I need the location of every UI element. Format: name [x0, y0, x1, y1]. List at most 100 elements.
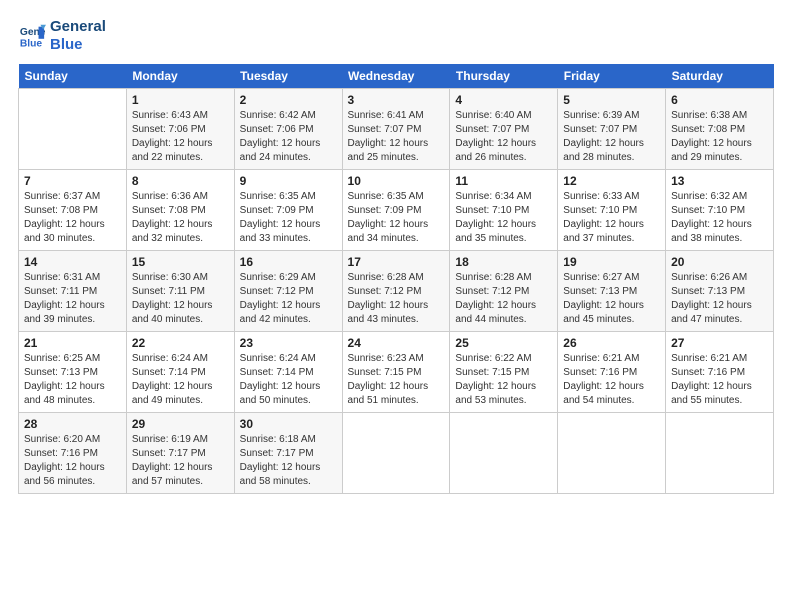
calendar-cell: 23 Sunrise: 6:24 AM Sunset: 7:14 PM Dayli… — [234, 332, 342, 413]
day-number: 13 — [671, 174, 768, 188]
cell-info: Sunrise: 6:25 AM Sunset: 7:13 PM Dayligh… — [24, 352, 121, 408]
day-number: 17 — [348, 255, 445, 269]
calendar-cell: 2Sunrise: 6:42 AM Sunset: 7:06 PM Daylig… — [234, 89, 342, 170]
cell-info: Sunrise: 6:22 AM Sunset: 7:15 PM Dayligh… — [455, 352, 552, 408]
page-container: General Blue General Blue SundayMondayTu… — [0, 0, 792, 504]
day-number: 3 — [348, 93, 445, 107]
calendar-cell: 9Sunrise: 6:35 AM Sunset: 7:09 PM Daylig… — [234, 170, 342, 251]
cell-info: Sunrise: 6:36 AM Sunset: 7:08 PM Dayligh… — [132, 190, 229, 246]
cell-info: Sunrise: 6:28 AM Sunset: 7:12 PM Dayligh… — [455, 271, 552, 327]
calendar-cell: 20 Sunrise: 6:26 AM Sunset: 7:13 PM Dayli… — [666, 251, 774, 332]
calendar-cell: 6 Sunrise: 6:38 AM Sunset: 7:08 PM Daylig… — [666, 89, 774, 170]
cell-info: Sunrise: 6:23 AM Sunset: 7:15 PM Dayligh… — [348, 352, 445, 408]
calendar-cell: 14Sunrise: 6:31 AM Sunset: 7:11 PM Dayli… — [19, 251, 127, 332]
calendar-cell: 5 Sunrise: 6:39 AM Sunset: 7:07 PM Daylig… — [558, 89, 666, 170]
cell-info: Sunrise: 6:29 AM Sunset: 7:12 PM Dayligh… — [240, 271, 337, 327]
calendar-cell — [19, 89, 127, 170]
week-row-1: 1 Sunrise: 6:43 AM Sunset: 7:06 PM Daylig… — [19, 89, 774, 170]
cell-info: Sunrise: 6:42 AM Sunset: 7:06 PM Dayligh… — [240, 109, 337, 165]
day-number: 30 — [240, 417, 337, 431]
calendar-cell: 10 Sunrise: 6:35 AM Sunset: 7:09 PM Dayli… — [342, 170, 450, 251]
day-number: 19 — [563, 255, 660, 269]
calendar-cell: 19 Sunrise: 6:27 AM Sunset: 7:13 PM Dayli… — [558, 251, 666, 332]
calendar-cell: 24 Sunrise: 6:23 AM Sunset: 7:15 PM Dayli… — [342, 332, 450, 413]
cell-info: Sunrise: 6:30 AM Sunset: 7:11 PM Dayligh… — [132, 271, 229, 327]
day-number: 16 — [240, 255, 337, 269]
day-number: 10 — [348, 174, 445, 188]
day-number: 21 — [24, 336, 121, 350]
calendar-cell: 13 Sunrise: 6:32 AM Sunset: 7:10 PM Dayli… — [666, 170, 774, 251]
calendar-cell: 1 Sunrise: 6:43 AM Sunset: 7:06 PM Daylig… — [126, 89, 234, 170]
cell-info: Sunrise: 6:31 AM Sunset: 7:11 PM Dayligh… — [24, 271, 121, 327]
calendar-cell: 12 Sunrise: 6:33 AM Sunset: 7:10 PM Dayli… — [558, 170, 666, 251]
day-number: 6 — [671, 93, 768, 107]
cell-info: Sunrise: 6:35 AM Sunset: 7:09 PM Dayligh… — [348, 190, 445, 246]
day-number: 4 — [455, 93, 552, 107]
day-number: 18 — [455, 255, 552, 269]
day-number: 28 — [24, 417, 121, 431]
calendar-cell: 22 Sunrise: 6:24 AM Sunset: 7:14 PM Dayli… — [126, 332, 234, 413]
col-header-thursday: Thursday — [450, 64, 558, 89]
cell-info: Sunrise: 6:26 AM Sunset: 7:13 PM Dayligh… — [671, 271, 768, 327]
day-number: 24 — [348, 336, 445, 350]
day-number: 25 — [455, 336, 552, 350]
calendar-cell — [558, 413, 666, 494]
week-row-3: 14Sunrise: 6:31 AM Sunset: 7:11 PM Dayli… — [19, 251, 774, 332]
cell-info: Sunrise: 6:32 AM Sunset: 7:10 PM Dayligh… — [671, 190, 768, 246]
calendar-cell: 28Sunrise: 6:20 AM Sunset: 7:16 PM Dayli… — [19, 413, 127, 494]
calendar-cell: 25 Sunrise: 6:22 AM Sunset: 7:15 PM Dayli… — [450, 332, 558, 413]
col-header-sunday: Sunday — [19, 64, 127, 89]
day-number: 1 — [132, 93, 229, 107]
logo-icon: General Blue — [18, 22, 46, 50]
cell-info: Sunrise: 6:38 AM Sunset: 7:08 PM Dayligh… — [671, 109, 768, 165]
calendar-cell: 8 Sunrise: 6:36 AM Sunset: 7:08 PM Daylig… — [126, 170, 234, 251]
col-header-monday: Monday — [126, 64, 234, 89]
svg-text:Blue: Blue — [20, 38, 43, 49]
cell-info: Sunrise: 6:19 AM Sunset: 7:17 PM Dayligh… — [132, 433, 229, 489]
logo: General Blue General Blue — [18, 18, 106, 54]
header-row: General Blue General Blue — [18, 18, 774, 54]
week-row-2: 7 Sunrise: 6:37 AM Sunset: 7:08 PM Daylig… — [19, 170, 774, 251]
calendar-cell: 29 Sunrise: 6:19 AM Sunset: 7:17 PM Dayli… — [126, 413, 234, 494]
calendar-cell: 30 Sunrise: 6:18 AM Sunset: 7:17 PM Dayli… — [234, 413, 342, 494]
cell-info: Sunrise: 6:28 AM Sunset: 7:12 PM Dayligh… — [348, 271, 445, 327]
calendar-cell — [666, 413, 774, 494]
day-number: 7 — [24, 174, 121, 188]
day-number: 29 — [132, 417, 229, 431]
col-header-saturday: Saturday — [666, 64, 774, 89]
day-number: 5 — [563, 93, 660, 107]
week-row-5: 28Sunrise: 6:20 AM Sunset: 7:16 PM Dayli… — [19, 413, 774, 494]
cell-info: Sunrise: 6:33 AM Sunset: 7:10 PM Dayligh… — [563, 190, 660, 246]
cell-info: Sunrise: 6:37 AM Sunset: 7:08 PM Dayligh… — [24, 190, 121, 246]
day-number: 26 — [563, 336, 660, 350]
calendar-cell: 26Sunrise: 6:21 AM Sunset: 7:16 PM Dayli… — [558, 332, 666, 413]
col-header-friday: Friday — [558, 64, 666, 89]
calendar-cell: 4 Sunrise: 6:40 AM Sunset: 7:07 PM Daylig… — [450, 89, 558, 170]
calendar-cell — [342, 413, 450, 494]
cell-info: Sunrise: 6:43 AM Sunset: 7:06 PM Dayligh… — [132, 109, 229, 165]
day-number: 23 — [240, 336, 337, 350]
calendar-table: SundayMondayTuesdayWednesdayThursdayFrid… — [18, 64, 774, 494]
cell-info: Sunrise: 6:24 AM Sunset: 7:14 PM Dayligh… — [240, 352, 337, 408]
logo-text-general: General — [50, 18, 106, 36]
cell-info: Sunrise: 6:39 AM Sunset: 7:07 PM Dayligh… — [563, 109, 660, 165]
calendar-cell: 7 Sunrise: 6:37 AM Sunset: 7:08 PM Daylig… — [19, 170, 127, 251]
cell-info: Sunrise: 6:18 AM Sunset: 7:17 PM Dayligh… — [240, 433, 337, 489]
day-number: 22 — [132, 336, 229, 350]
header-row-days: SundayMondayTuesdayWednesdayThursdayFrid… — [19, 64, 774, 89]
calendar-cell: 17 Sunrise: 6:28 AM Sunset: 7:12 PM Dayli… — [342, 251, 450, 332]
day-number: 11 — [455, 174, 552, 188]
calendar-cell: 15Sunrise: 6:30 AM Sunset: 7:11 PM Dayli… — [126, 251, 234, 332]
day-number: 27 — [671, 336, 768, 350]
day-number: 20 — [671, 255, 768, 269]
day-number: 12 — [563, 174, 660, 188]
cell-info: Sunrise: 6:41 AM Sunset: 7:07 PM Dayligh… — [348, 109, 445, 165]
cell-info: Sunrise: 6:40 AM Sunset: 7:07 PM Dayligh… — [455, 109, 552, 165]
day-number: 9 — [240, 174, 337, 188]
cell-info: Sunrise: 6:21 AM Sunset: 7:16 PM Dayligh… — [671, 352, 768, 408]
col-header-tuesday: Tuesday — [234, 64, 342, 89]
calendar-cell — [450, 413, 558, 494]
cell-info: Sunrise: 6:24 AM Sunset: 7:14 PM Dayligh… — [132, 352, 229, 408]
cell-info: Sunrise: 6:27 AM Sunset: 7:13 PM Dayligh… — [563, 271, 660, 327]
day-number: 8 — [132, 174, 229, 188]
